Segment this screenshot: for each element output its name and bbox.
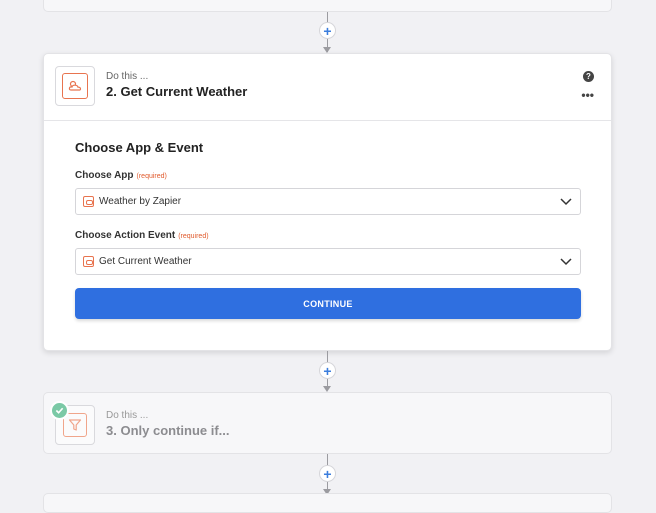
add-step-button[interactable]: + [319, 22, 336, 39]
more-options-icon[interactable]: ••• [581, 88, 594, 102]
step-prefix: Do this ... [106, 71, 149, 82]
add-step-button[interactable]: + [319, 362, 336, 379]
choose-action-event-label: Choose Action Event (required) [75, 230, 209, 241]
step-title: 3. Only continue if... [106, 423, 230, 438]
app-icon-box [55, 66, 95, 106]
step-title[interactable]: 2. Get Current Weather [106, 84, 247, 99]
choose-app-label: Choose App (required) [75, 170, 167, 181]
previous-step-card[interactable] [43, 0, 612, 12]
step-card-get-current-weather: Do this ... 2. Get Current Weather ? •••… [43, 53, 612, 351]
chevron-down-icon[interactable] [560, 255, 572, 267]
required-tag: (required) [136, 173, 167, 180]
step-card-only-continue-if[interactable]: Do this ... 3. Only continue if... [43, 392, 612, 454]
choose-app-select[interactable]: Weather by Zapier [75, 188, 581, 215]
required-tag: (required) [178, 233, 209, 240]
step-prefix: Do this ... [106, 410, 149, 421]
filter-funnel-icon [68, 419, 82, 431]
weather-cloud-icon [68, 80, 82, 91]
continue-button[interactable]: CONTINUE [75, 288, 581, 319]
add-step-button[interactable]: + [319, 465, 336, 482]
following-step-card[interactable] [43, 493, 612, 513]
help-icon[interactable]: ? [583, 71, 594, 82]
weather-app-icon [83, 196, 94, 207]
section-title: Choose App & Event [75, 140, 204, 155]
choose-app-value: Weather by Zapier [99, 196, 182, 207]
step-header[interactable]: Do this ... 2. Get Current Weather ? ••• [44, 54, 611, 121]
choose-action-event-value: Get Current Weather [99, 256, 192, 267]
weather-app-icon [83, 256, 94, 267]
choose-action-event-select[interactable]: Get Current Weather [75, 248, 581, 275]
chevron-down-icon[interactable] [560, 195, 572, 207]
check-icon [50, 401, 69, 420]
